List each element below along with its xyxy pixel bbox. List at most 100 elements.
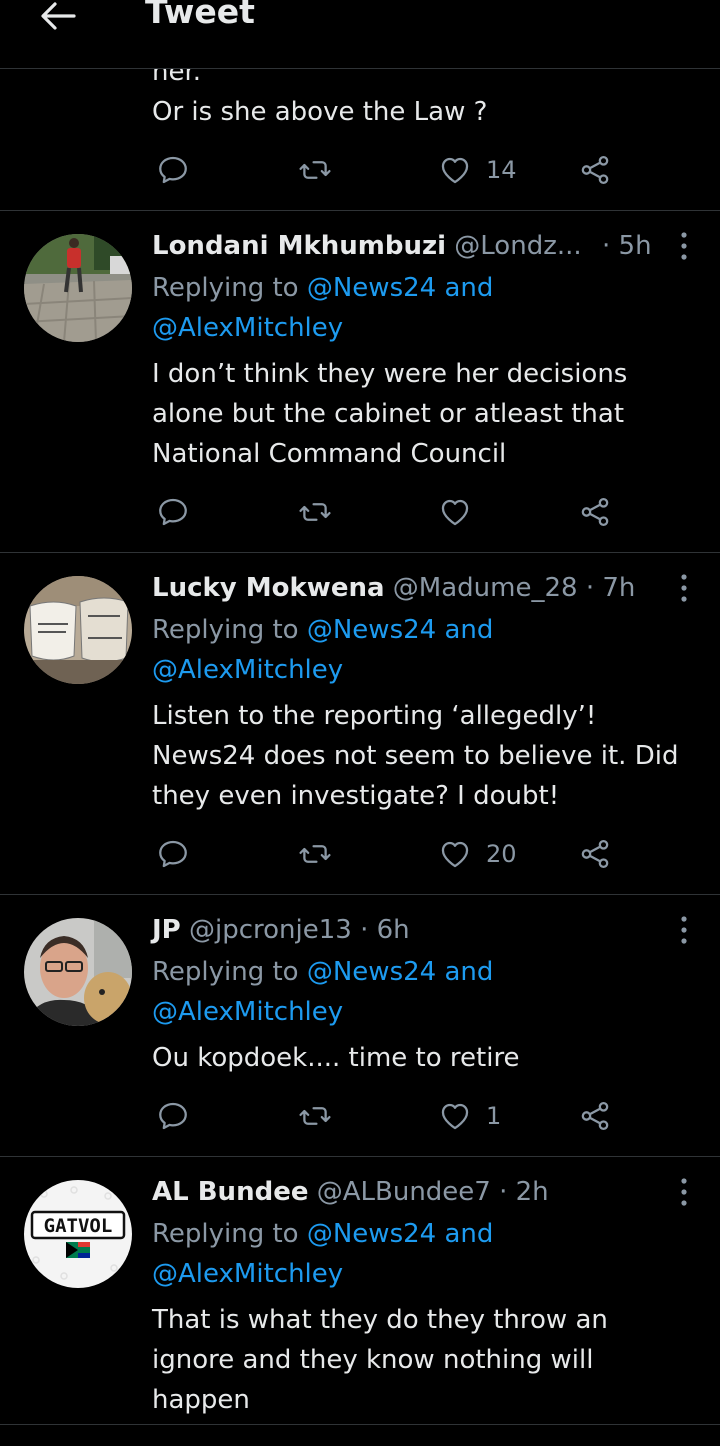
reply-text: That is what they do they throw an ignor…	[152, 1300, 702, 1420]
reply-text: Ou kopdoek.... time to retire	[152, 1038, 702, 1078]
like-button[interactable]	[438, 492, 486, 532]
like-button[interactable]: 14	[438, 150, 517, 190]
reply-text-line: I don’t think they were her decisions	[152, 359, 628, 389]
user-name[interactable]: JP	[152, 915, 181, 945]
reply-tweet[interactable]: GATVOL AL Bundee @ALBundee7 · 2h Replyin…	[0, 1156, 720, 1425]
tweet-text: Or is she above the Law ?	[152, 97, 488, 127]
reply-meta: JP @jpcronje13 · 6h	[152, 912, 410, 948]
reply-button[interactable]	[156, 834, 190, 874]
share-button[interactable]	[578, 834, 612, 874]
more-icon[interactable]	[674, 570, 694, 606]
user-name[interactable]: Londani Mkhumbuzi	[152, 231, 446, 261]
reply-tweet[interactable]: JP @jpcronje13 · 6h Replying to @News24 …	[0, 894, 720, 1157]
avatar[interactable]	[24, 576, 132, 684]
like-count: 20	[486, 840, 517, 868]
user-name[interactable]: Lucky Mokwena	[152, 573, 385, 603]
share-icon	[578, 495, 612, 529]
retweet-icon	[298, 1099, 332, 1133]
retweet-button[interactable]	[298, 1096, 332, 1136]
like-count: 1	[486, 1102, 502, 1130]
more-icon[interactable]	[674, 912, 694, 948]
reply-text-line: they even investigate? I doubt!	[152, 781, 560, 811]
replying-prefix: Replying to	[152, 1219, 299, 1249]
user-handle[interactable]: @Londz...	[454, 231, 581, 261]
retweet-button[interactable]	[298, 834, 332, 874]
top-app-bar: Tweet	[0, 0, 720, 69]
reply-meta: AL Bundee @ALBundee7 · 2h	[152, 1174, 549, 1210]
timestamp: · 7h	[585, 573, 636, 603]
reply-text-line: ignore and they know nothing will	[152, 1345, 594, 1375]
share-button[interactable]	[578, 492, 612, 532]
user-handle[interactable]: @jpcronje13	[189, 915, 352, 945]
replying-prefix: Replying to	[152, 957, 299, 987]
reply-tweet[interactable]: Londani Mkhumbuzi @Londz... · 5h Replyin…	[0, 210, 720, 553]
like-icon	[438, 495, 472, 529]
tweet-actions	[152, 492, 620, 532]
like-button[interactable]: 20	[438, 834, 517, 874]
more-icon[interactable]	[674, 228, 694, 264]
replying-to: Replying to @News24 and	[152, 268, 493, 308]
reply-text-line: That is what they do they throw an	[152, 1305, 608, 1335]
retweet-icon	[298, 153, 332, 187]
page-title: Tweet	[145, 0, 255, 31]
replying-prefix: Replying to	[152, 273, 299, 303]
reply-text: I don’t think they were her decisions al…	[152, 354, 702, 474]
like-icon	[438, 837, 472, 871]
reply-button[interactable]	[156, 150, 190, 190]
reply-meta: Londani Mkhumbuzi @Londz...	[152, 228, 582, 264]
mention-link[interactable]: @AlexMitchley	[152, 650, 343, 690]
tweet-actions: 20	[152, 834, 620, 874]
avatar[interactable]: GATVOL	[24, 1180, 132, 1288]
reply-text-line: happen	[152, 1385, 250, 1415]
reply-icon	[156, 153, 190, 187]
reply-icon	[156, 837, 190, 871]
retweet-button[interactable]	[298, 150, 332, 190]
user-handle[interactable]: @Madume_28	[393, 573, 578, 603]
mention-link[interactable]: @News24 and	[307, 957, 494, 987]
share-button[interactable]	[578, 1096, 612, 1136]
timestamp: · 5h	[602, 231, 652, 261]
avatar-text: GATVOL	[44, 1215, 113, 1237]
reply-icon	[156, 1099, 190, 1133]
reply-text-line: alone but the cabinet or atleast that	[152, 399, 625, 429]
mention-link[interactable]: @News24 and	[307, 1219, 494, 1249]
reply-text-line: Listen to the reporting ‘allegedly’!	[152, 701, 597, 731]
mention-link[interactable]: @AlexMitchley	[152, 992, 343, 1032]
share-button[interactable]	[578, 150, 612, 190]
like-count: 14	[486, 156, 517, 184]
mention-link[interactable]: @AlexMitchley	[152, 1254, 343, 1294]
share-icon	[578, 837, 612, 871]
more-icon[interactable]	[674, 1174, 694, 1210]
share-icon	[578, 153, 612, 187]
mention-link[interactable]: @AlexMitchley	[152, 308, 343, 348]
user-name[interactable]: AL Bundee	[152, 1177, 308, 1207]
reply-tweet[interactable]: Lucky Mokwena @Madume_28 · 7h Replying t…	[0, 552, 720, 895]
user-handle[interactable]: @ALBundee7	[317, 1177, 491, 1207]
retweet-button[interactable]	[298, 492, 332, 532]
back-arrow-icon[interactable]	[36, 0, 80, 38]
timestamp: · 2h	[499, 1177, 549, 1207]
timestamp: · 6h	[360, 915, 410, 945]
like-icon	[438, 1099, 472, 1133]
replying-to: Replying to @News24 and	[152, 610, 493, 650]
reply-meta: Lucky Mokwena @Madume_28 · 7h	[152, 570, 635, 606]
reply-icon	[156, 495, 190, 529]
replying-prefix: Replying to	[152, 615, 299, 645]
reply-text-line: Ou kopdoek.... time to retire	[152, 1043, 520, 1073]
retweet-icon	[298, 837, 332, 871]
mention-link[interactable]: @News24 and	[307, 615, 494, 645]
reply-button[interactable]	[156, 492, 190, 532]
avatar[interactable]	[24, 234, 132, 342]
mention-link[interactable]: @News24 and	[307, 273, 494, 303]
reply-text: Listen to the reporting ‘allegedly’! New…	[152, 696, 702, 816]
reply-text-line: National Command Council	[152, 439, 507, 469]
replying-to: Replying to @News24 and	[152, 952, 493, 992]
like-button[interactable]: 1	[438, 1096, 501, 1136]
reply-button[interactable]	[156, 1096, 190, 1136]
like-icon	[438, 153, 472, 187]
replying-to: Replying to @News24 and	[152, 1214, 493, 1254]
avatar[interactable]	[24, 918, 132, 1026]
tweet-actions: 14	[152, 150, 620, 190]
share-icon	[578, 1099, 612, 1133]
retweet-icon	[298, 495, 332, 529]
